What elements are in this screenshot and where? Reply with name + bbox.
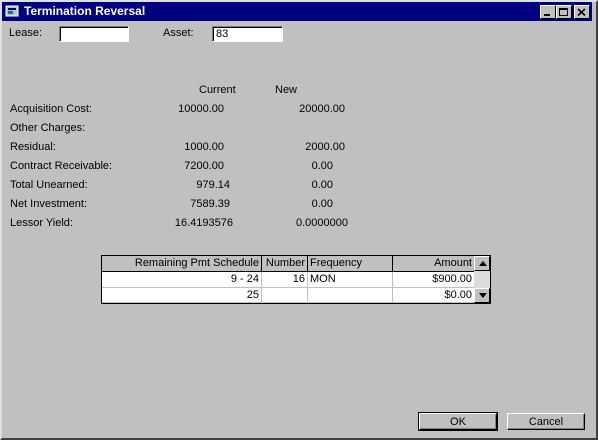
grid-cell-number[interactable]: 16 bbox=[262, 272, 308, 288]
minimize-button[interactable] bbox=[540, 5, 556, 19]
new-value: 0.0000000 bbox=[296, 217, 348, 229]
new-value: 0.00 bbox=[311, 198, 333, 210]
close-button[interactable] bbox=[574, 5, 590, 19]
grid-header-remaining[interactable]: Remaining Pmt Schedule bbox=[102, 256, 262, 272]
row-label: Net Investment: bbox=[10, 198, 88, 210]
row-label: Other Charges: bbox=[10, 122, 86, 134]
scroll-up-button[interactable] bbox=[474, 256, 490, 271]
close-icon bbox=[577, 8, 586, 17]
grid-header-amount[interactable]: Amount bbox=[393, 256, 475, 272]
ok-button[interactable]: OK bbox=[418, 412, 498, 431]
lease-field[interactable] bbox=[59, 26, 129, 42]
current-value: 10000.00 bbox=[178, 103, 224, 115]
grid-cell-frequency[interactable] bbox=[308, 288, 393, 303]
grid-cell-amount[interactable]: $900.00 bbox=[393, 272, 475, 288]
current-column-header: Current bbox=[199, 84, 236, 96]
new-value: 2000.00 bbox=[305, 141, 345, 153]
maximize-button[interactable] bbox=[556, 5, 572, 19]
row-label: Contract Receivable: bbox=[10, 160, 113, 172]
new-value: 0.00 bbox=[311, 179, 333, 191]
grid-vertical-scrollbar[interactable] bbox=[474, 256, 490, 303]
current-value: 1000.00 bbox=[184, 141, 224, 153]
row-label: Lessor Yield: bbox=[10, 217, 73, 229]
grid-cell-remaining[interactable]: 25 bbox=[102, 288, 262, 303]
new-value: 0.00 bbox=[311, 160, 333, 172]
row-label: Residual: bbox=[10, 141, 56, 153]
current-value: 7200.00 bbox=[184, 160, 224, 172]
grid-cell-amount[interactable]: $0.00 bbox=[393, 288, 475, 303]
new-column-header: New bbox=[275, 84, 298, 96]
new-value: 20000.00 bbox=[299, 103, 345, 115]
scroll-down-button[interactable] bbox=[474, 288, 490, 303]
lease-label: Lease: bbox=[9, 27, 43, 39]
arrow-up-icon bbox=[479, 261, 487, 266]
grid-cell-remaining[interactable]: 9 - 24 bbox=[102, 272, 262, 288]
asset-label: Asset: bbox=[163, 27, 194, 39]
grid-cell-number[interactable] bbox=[262, 288, 308, 303]
row-label: Total Unearned: bbox=[10, 179, 88, 191]
asset-field[interactable] bbox=[212, 26, 283, 42]
app-icon bbox=[5, 4, 20, 18]
current-value: 16.4193576 bbox=[174, 217, 233, 229]
asset-input[interactable] bbox=[213, 27, 282, 41]
cancel-button[interactable]: Cancel bbox=[507, 413, 585, 430]
maximize-icon bbox=[559, 8, 568, 16]
grid-header-number[interactable]: Number bbox=[262, 256, 308, 272]
title-bar[interactable]: Termination Reversal bbox=[2, 2, 592, 21]
row-label: Acquisition Cost: bbox=[10, 103, 92, 115]
current-value: 7589.39 bbox=[190, 198, 230, 210]
arrow-down-icon bbox=[479, 293, 487, 298]
current-value: 979.14 bbox=[196, 179, 230, 191]
grid-header-frequency[interactable]: Frequency bbox=[308, 256, 393, 272]
payment-schedule-grid[interactable]: Remaining Pmt Schedule Number Frequency … bbox=[101, 255, 491, 304]
grid-cell-frequency[interactable]: MON bbox=[308, 272, 393, 288]
lease-input[interactable] bbox=[60, 27, 128, 41]
window-title: Termination Reversal bbox=[24, 4, 146, 18]
minimize-icon bbox=[544, 14, 550, 16]
